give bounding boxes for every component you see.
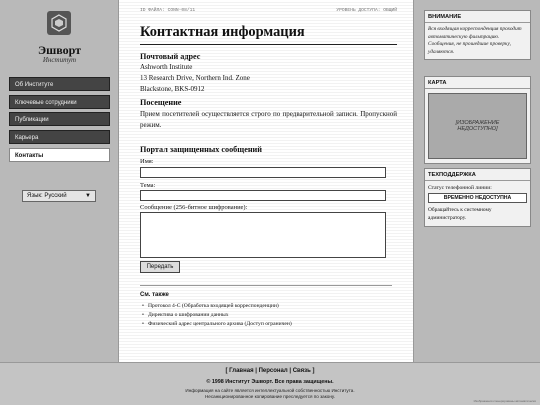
language-select[interactable]: Язык: Русский ▼ <box>22 190 96 202</box>
footer-links[interactable]: [ Главная | Персонал | Связь ] <box>0 368 540 374</box>
map-heading: КАРТА <box>425 77 530 89</box>
message-textarea[interactable] <box>140 212 386 258</box>
phone-status-label: Статус телефонной линии: <box>428 185 492 191</box>
postal-heading: Почтовый адрес <box>140 52 201 61</box>
nav-item-key-staff[interactable]: Ключевые сотрудники <box>9 94 110 109</box>
divider <box>140 285 392 286</box>
map-panel: КАРТА [ИЗОБРАЖЕНИЕ НЕДОСТУПНО] <box>424 76 531 164</box>
see-also-link-encryption[interactable]: Директива о шифровании данных <box>142 311 392 320</box>
phone-status-badge: ВРЕМЕННО НЕДОСТУПНА <box>428 193 527 203</box>
map-image-placeholder: [ИЗОБРАЖЕНИЕ НЕДОСТУПНО] <box>428 93 527 159</box>
postal-line-2: 13 Research Drive, Northern Ind. Zone <box>140 74 250 82</box>
name-label: Имя: <box>140 158 154 165</box>
see-also-heading: См. также <box>140 292 169 298</box>
see-also-link-protocol[interactable]: Протокол 4-С (Обработка входящей корресп… <box>142 302 392 311</box>
right-sidebar: ВНИМАНИЕ Вся входящая корреспонденция пр… <box>413 0 540 362</box>
footer-copyright: © 1998 Институт Эшворт. Все права защище… <box>206 379 334 385</box>
notice-heading: ВНИМАНИЕ <box>425 11 530 23</box>
nav-item-contacts[interactable]: Контакты <box>9 147 110 162</box>
page-title: Контактная информация <box>140 24 397 45</box>
footer-note-line-2: Несанкционированное копирование преследу… <box>204 394 335 399</box>
footer-tiny-text: Изображения сгенерированы автоматически <box>473 399 536 403</box>
subject-field[interactable] <box>140 190 386 201</box>
brand-subtitle: Институт <box>42 56 77 64</box>
portal-heading: Портал защищенных сообщений <box>140 145 262 154</box>
page: Эшворт Институт Об Институте Ключевые со… <box>0 0 540 405</box>
support-note: Обращайтесь к системному администратору. <box>428 207 492 221</box>
submit-button[interactable]: Передать <box>140 261 180 273</box>
main-content: ID ФАЙЛА: CONN-08/11 УРОВЕНЬ ДОСТУПА: ОБ… <box>120 0 413 362</box>
notice-panel: ВНИМАНИЕ Вся входящая корреспонденция пр… <box>424 10 531 60</box>
file-id: ID ФАЙЛА: CONN-08/11 <box>140 8 196 13</box>
main-nav: Об Институте Ключевые сотрудники Публика… <box>9 77 110 165</box>
message-label: Сообщение (256-битное шифрование): <box>140 204 248 211</box>
postal-line-1: Ashworth Institute <box>140 63 193 71</box>
notice-text: Вся входящая корреспонденция проходит ав… <box>428 26 522 55</box>
visits-text: Прием посетителей осуществляется строго … <box>140 110 397 129</box>
support-heading: ТЕХПОДДЕРЖКА <box>425 169 530 181</box>
institute-logo-icon[interactable] <box>47 11 71 35</box>
visits-heading: Посещение <box>140 98 182 107</box>
left-sidebar: Эшворт Институт Об Институте Ключевые со… <box>0 0 119 362</box>
support-panel: ТЕХПОДДЕРЖКА Статус телефонной линии: ВР… <box>424 168 531 227</box>
dropdown-arrow-icon: ▼ <box>85 193 91 199</box>
subject-label: Тема: <box>140 182 156 189</box>
postal-line-3: Blackstone, BKS-0912 <box>140 85 205 93</box>
access-level: УРОВЕНЬ ДОСТУПА: ОБЩИЙ <box>336 8 397 13</box>
footer: [ Главная | Персонал | Связь ] © 1998 Ин… <box>0 362 540 405</box>
page-meta: ID ФАЙЛА: CONN-08/11 УРОВЕНЬ ДОСТУПА: ОБ… <box>140 8 397 13</box>
language-select-value: Язык: Русский <box>27 193 67 199</box>
nav-item-about[interactable]: Об Институте <box>9 77 110 91</box>
see-also-list: Протокол 4-С (Обработка входящей корресп… <box>142 302 392 328</box>
name-field[interactable] <box>140 167 386 178</box>
nav-item-publications[interactable]: Публикации <box>9 112 110 127</box>
see-also-link-archive[interactable]: Физический адрес центрального архива (До… <box>142 320 392 329</box>
footer-note: Информация на сайте является интеллектуа… <box>0 388 540 400</box>
nav-item-careers[interactable]: Карьера <box>9 130 110 145</box>
